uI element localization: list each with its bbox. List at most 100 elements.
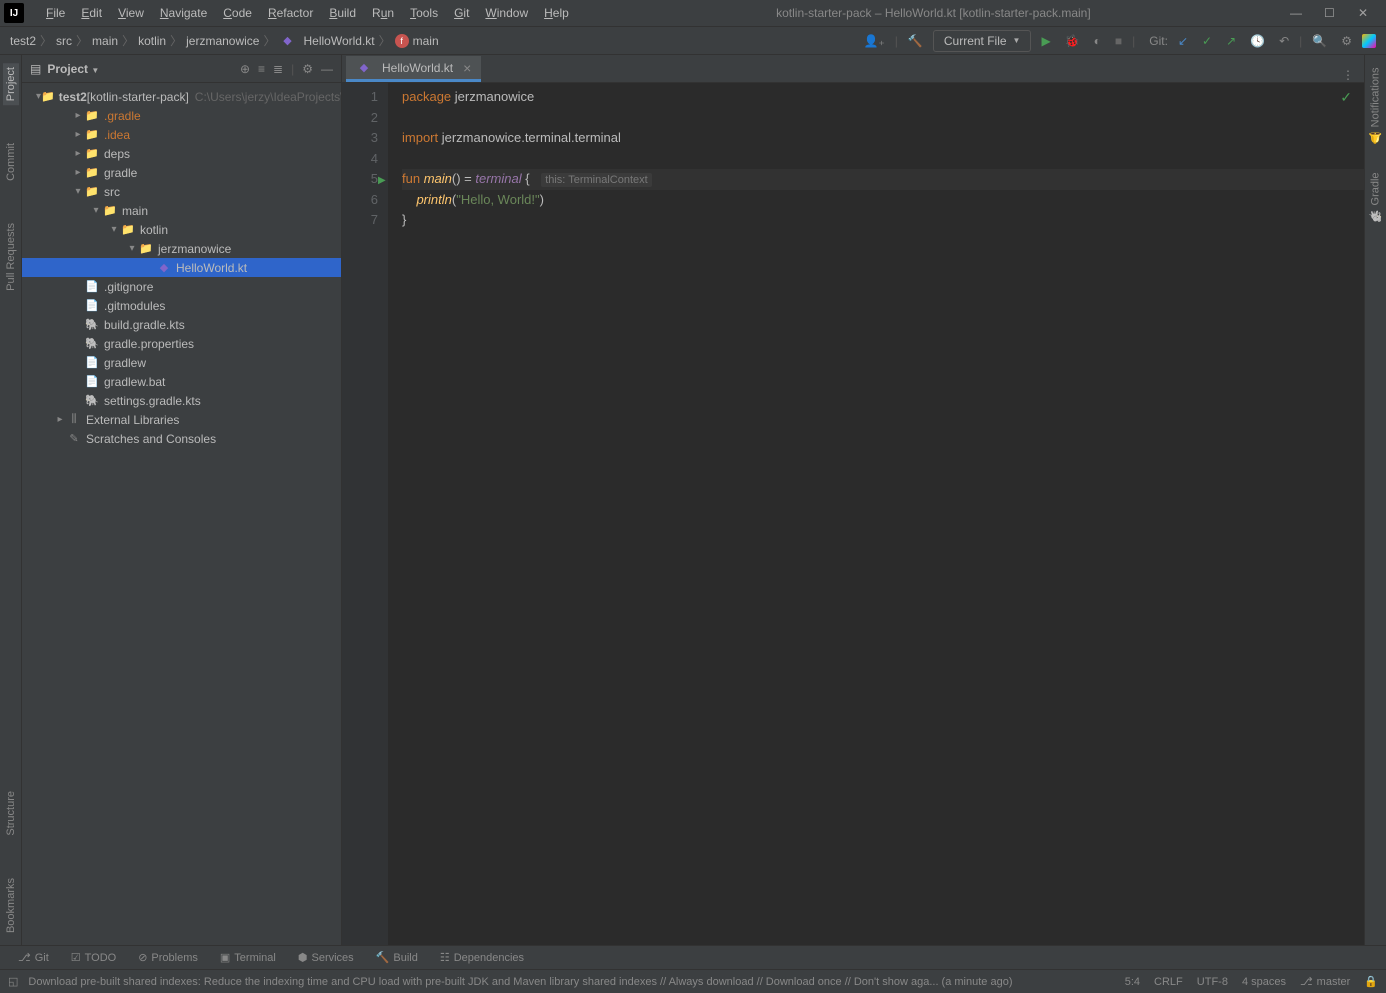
collapse-all-icon[interactable]: ≣ — [273, 62, 283, 76]
menu-window[interactable]: Window — [477, 2, 536, 24]
btool-build[interactable]: 🔨Build — [366, 948, 428, 967]
breadcrumb: test2 〉 src 〉 main 〉 kotlin 〉 jerzmanowi… — [10, 32, 439, 49]
btool-git[interactable]: ⎇Git — [8, 948, 59, 967]
tree-item--gradle[interactable]: ▸📁.gradle — [22, 106, 341, 125]
tree-item-kotlin[interactable]: ▾📁kotlin — [22, 220, 341, 239]
crumb-function[interactable]: main — [413, 34, 439, 48]
minimize-icon[interactable]: — — [1290, 6, 1304, 20]
tree-root[interactable]: ▾📁test2 [kotlin-starter-pack]C:\Users\je… — [22, 87, 341, 106]
tool-structure[interactable]: Structure — [3, 787, 19, 840]
line-separator[interactable]: CRLF — [1154, 976, 1183, 988]
tool-bookmarks[interactable]: Bookmarks — [3, 874, 19, 937]
tool-notifications[interactable]: 🔔Notifications — [1367, 63, 1384, 148]
main-container: Project Commit Pull Requests Structure B… — [0, 55, 1386, 945]
tool-gradle[interactable]: 🐘Gradle — [1367, 168, 1384, 226]
menu-refactor[interactable]: Refactor — [260, 2, 321, 24]
tree-item-gradlew-bat[interactable]: 📄gradlew.bat — [22, 372, 341, 391]
indent-settings[interactable]: 4 spaces — [1242, 976, 1286, 988]
menu-git[interactable]: Git — [446, 2, 477, 24]
btool-todo[interactable]: ☑TODO — [61, 948, 126, 967]
crumb-test2[interactable]: test2 — [10, 34, 36, 48]
tool-pull-requests[interactable]: Pull Requests — [3, 219, 19, 295]
panel-settings-icon[interactable]: ⚙ — [302, 62, 313, 76]
stop-icon[interactable]: ■ — [1111, 30, 1126, 52]
file-encoding[interactable]: UTF-8 — [1197, 976, 1228, 988]
tree-item-helloworld-kt[interactable]: ◆HelloWorld.kt — [22, 258, 341, 277]
search-everywhere-icon[interactable]: 🔍 — [1308, 30, 1331, 52]
editor-tab-helloworld[interactable]: ◆ HelloWorld.kt × — [346, 56, 481, 82]
crumb-file[interactable]: HelloWorld.kt — [303, 34, 374, 48]
crumb-kotlin[interactable]: kotlin — [138, 34, 166, 48]
close-icon[interactable]: ✕ — [1358, 6, 1372, 20]
crumb-main[interactable]: main — [92, 34, 118, 48]
select-opened-file-icon[interactable]: ⊕ — [240, 62, 250, 76]
history-icon[interactable]: 🕓 — [1246, 30, 1269, 52]
ide-update-icon[interactable] — [1362, 34, 1376, 48]
maximize-icon[interactable]: ☐ — [1324, 6, 1338, 20]
tree-item-main[interactable]: ▾📁main — [22, 201, 341, 220]
tree-item-build-gradle-kts[interactable]: 🐘build.gradle.kts — [22, 315, 341, 334]
tool-project[interactable]: Project — [3, 63, 19, 105]
code-editor[interactable]: 12345▶67 package jerzmanowice import jer… — [342, 83, 1364, 945]
tool-commit[interactable]: Commit — [3, 139, 19, 185]
chevron-right-icon: 〉 — [263, 32, 275, 49]
close-tab-icon[interactable]: × — [463, 60, 471, 76]
navigation-bar: test2 〉 src 〉 main 〉 kotlin 〉 jerzmanowi… — [0, 27, 1386, 55]
tree-item--gitignore[interactable]: 📄.gitignore — [22, 277, 341, 296]
crumb-package[interactable]: jerzmanowice — [186, 34, 259, 48]
tree-item-deps[interactable]: ▸📁deps — [22, 144, 341, 163]
menu-view[interactable]: View — [110, 2, 152, 24]
menu-file[interactable]: File — [38, 2, 73, 24]
menu-code[interactable]: Code — [215, 2, 260, 24]
tool-windows-icon[interactable]: ◱ — [8, 975, 18, 988]
menu-build[interactable]: Build — [321, 2, 364, 24]
btool-services[interactable]: ⬢Services — [288, 948, 364, 967]
tree-item--gitmodules[interactable]: 📄.gitmodules — [22, 296, 341, 315]
menu-tools[interactable]: Tools — [402, 2, 446, 24]
lock-icon[interactable]: 🔒 — [1364, 975, 1378, 988]
run-icon[interactable]: ▶ — [1037, 30, 1054, 52]
chevron-down-icon: ▼ — [1013, 36, 1021, 45]
tree-item-gradle-properties[interactable]: 🐘gradle.properties — [22, 334, 341, 353]
debug-icon[interactable]: 🐞 — [1061, 30, 1084, 52]
tree-item-src[interactable]: ▾📁src — [22, 182, 341, 201]
rollback-icon[interactable]: ↶ — [1275, 30, 1293, 52]
run-configuration-select[interactable]: Current File ▼ — [933, 30, 1032, 52]
branch-icon: ⎇ — [18, 951, 31, 964]
build-icon[interactable]: 🔨 — [904, 30, 927, 52]
crumb-src[interactable]: src — [56, 34, 72, 48]
inspection-ok-icon[interactable]: ✓ — [1340, 89, 1352, 106]
expand-all-icon[interactable]: ≡ — [258, 62, 265, 76]
tree-item--idea[interactable]: ▸📁.idea — [22, 125, 341, 144]
git-push-icon[interactable]: ↗ — [1222, 30, 1240, 52]
menu-edit[interactable]: Edit — [73, 2, 110, 24]
menu-help[interactable]: Help — [536, 2, 577, 24]
tree-item-gradle[interactable]: ▸📁gradle — [22, 163, 341, 182]
btool-dependencies[interactable]: ☷Dependencies — [430, 948, 534, 967]
status-message[interactable]: Download pre-built shared indexes: Reduc… — [28, 976, 1114, 988]
tree-item-jerzmanowice[interactable]: ▾📁jerzmanowice — [22, 239, 341, 258]
menu-run[interactable]: Run — [364, 2, 402, 24]
coverage-icon[interactable]: ◐ — [1090, 30, 1105, 52]
code-with-me-icon[interactable]: 👤₊ — [860, 30, 889, 52]
line-number-gutter[interactable]: 12345▶67 — [342, 83, 388, 945]
btool-terminal[interactable]: ▣Terminal — [210, 948, 286, 967]
tree-item-settings-gradle-kts[interactable]: 🐘settings.gradle.kts — [22, 391, 341, 410]
btool-problems[interactable]: ⊘Problems — [128, 948, 208, 967]
tree-item-gradlew[interactable]: 📄gradlew — [22, 353, 341, 372]
project-panel-title[interactable]: Project ▼ — [47, 62, 234, 76]
tab-options-icon[interactable]: ⋮ — [1342, 68, 1364, 82]
project-tree[interactable]: ▾📁test2 [kotlin-starter-pack]C:\Users\je… — [22, 83, 341, 945]
menu-navigate[interactable]: Navigate — [152, 2, 215, 24]
code-content[interactable]: package jerzmanowice import jerzmanowice… — [388, 83, 1364, 945]
tree-item-scratches-and-consoles[interactable]: ✎Scratches and Consoles — [22, 429, 341, 448]
hide-panel-icon[interactable]: — — [321, 62, 333, 76]
tree-item-external-libraries[interactable]: ▸⫼External Libraries — [22, 410, 341, 429]
chevron-right-icon: 〉 — [76, 32, 88, 49]
caret-position[interactable]: 5:4 — [1125, 976, 1140, 988]
git-commit-icon[interactable]: ✓ — [1198, 30, 1216, 52]
git-pull-icon[interactable]: ↙ — [1174, 30, 1192, 52]
git-branch[interactable]: ⎇master — [1300, 975, 1350, 988]
run-gutter-icon[interactable]: ▶ — [378, 171, 386, 192]
settings-icon[interactable]: ⚙ — [1337, 30, 1356, 52]
